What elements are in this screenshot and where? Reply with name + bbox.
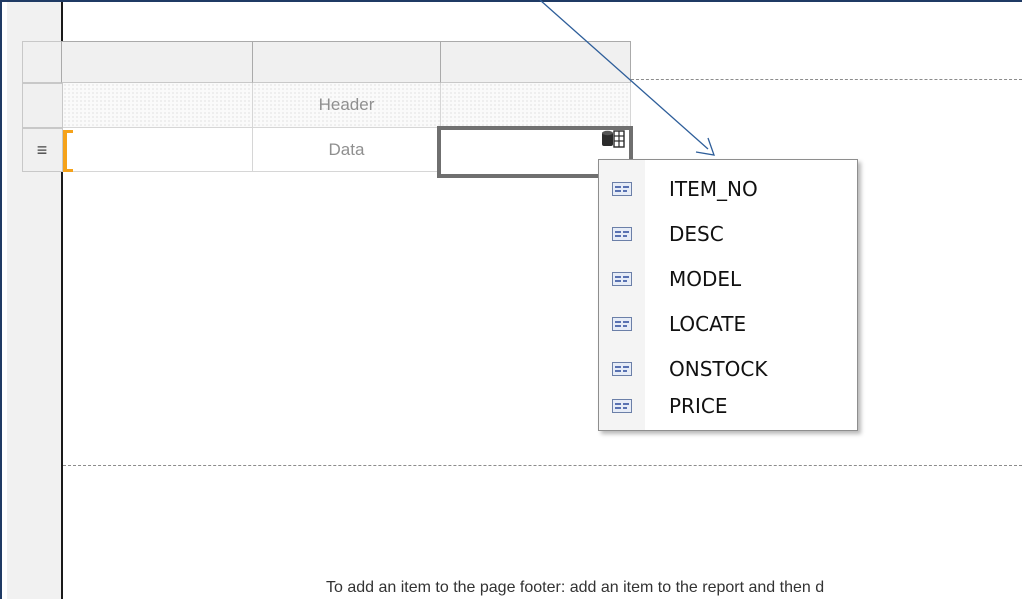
field-item-locate[interactable]: LOCATE [599, 301, 857, 346]
field-icon [612, 398, 632, 413]
field-icon [612, 316, 632, 331]
field-item-label: MODEL [669, 266, 742, 291]
field-icon [612, 271, 632, 286]
field-item-price[interactable]: PRICE [599, 383, 857, 428]
field-item-label: PRICE [669, 393, 728, 418]
field-item-model[interactable]: MODEL [599, 256, 857, 301]
callout-arrow [539, 0, 715, 156]
field-icon [612, 226, 632, 241]
field-icon [612, 181, 632, 196]
field-item-label: DESC [669, 221, 724, 246]
field-item-label: ITEM_NO [669, 176, 758, 201]
page-footer-hint: To add an item to the page footer: add a… [326, 579, 825, 596]
field-item-item-no[interactable]: ITEM_NO [599, 166, 857, 211]
field-list-dropdown[interactable]: ITEM_NO DESC MODEL LOCATE ONSTOCK PRICE [598, 159, 858, 431]
field-item-label: LOCATE [669, 311, 747, 336]
field-item-desc[interactable]: DESC [599, 211, 857, 256]
field-item-label: ONSTOCK [669, 356, 768, 381]
report-designer-canvas: ≡ Header Data ITEM_NO DESC MODEL LOCATE … [0, 0, 1022, 599]
field-icon [612, 361, 632, 376]
